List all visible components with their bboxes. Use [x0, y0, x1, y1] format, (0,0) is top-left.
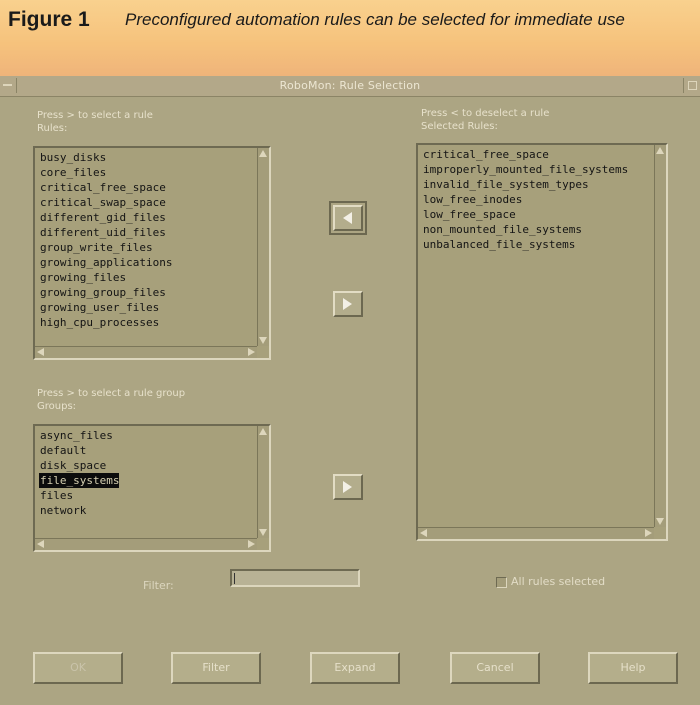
filter-input[interactable] — [230, 569, 360, 587]
list-item[interactable]: different_uid_files — [39, 225, 172, 240]
groups-hint: Press > to select a rule group — [37, 388, 186, 399]
groups-heading: Groups: — [37, 401, 77, 412]
list-item[interactable]: growing_user_files — [39, 300, 172, 315]
list-item[interactable]: default — [39, 443, 119, 458]
groups-horizontal-scrollbar[interactable] — [35, 538, 257, 550]
maximize-icon[interactable] — [683, 78, 700, 93]
list-item[interactable]: critical_swap_space — [39, 195, 172, 210]
select-group-button[interactable] — [333, 474, 363, 500]
cancel-button[interactable]: Cancel — [450, 652, 540, 684]
list-item[interactable]: growing_applications — [39, 255, 172, 270]
list-item[interactable]: low_free_space — [422, 207, 628, 222]
ok-button[interactable]: OK — [33, 652, 123, 684]
list-item[interactable]: growing_group_files — [39, 285, 172, 300]
help-button[interactable]: Help — [588, 652, 678, 684]
right-triangle-icon — [343, 298, 352, 310]
scroll-left-icon[interactable] — [37, 348, 44, 356]
selected-heading: Selected Rules: — [421, 121, 498, 132]
list-item[interactable]: low_free_inodes — [422, 192, 628, 207]
window-title: RoboMon: Rule Selection — [279, 79, 421, 92]
list-item[interactable]: high_cpu_processes — [39, 315, 172, 330]
rules-vertical-scrollbar[interactable] — [257, 148, 269, 346]
rules-heading: Rules: — [37, 123, 68, 134]
list-item[interactable]: improperly_mounted_file_systems — [422, 162, 628, 177]
list-item[interactable]: disk_space — [39, 458, 119, 473]
list-item[interactable]: files — [39, 488, 119, 503]
selected-hint: Press < to deselect a rule — [421, 108, 550, 119]
groups-list: async_files default disk_space file_systems… — [39, 428, 120, 518]
scroll-right-icon[interactable] — [248, 348, 255, 356]
scroll-up-icon[interactable] — [656, 147, 664, 154]
rules-hint: Press > to select a rule — [37, 110, 153, 121]
selected-rules-list: critical_free_space improperly_mounted_fi… — [422, 147, 628, 252]
scroll-up-icon[interactable] — [259, 428, 267, 435]
scroll-up-icon[interactable] — [259, 150, 267, 157]
all-rules-label: All rules selected — [511, 575, 606, 588]
rules-listbox[interactable]: busy_disks core_files critical_free_space c… — [33, 146, 271, 360]
list-item[interactable]: group_write_files — [39, 240, 172, 255]
scroll-left-icon[interactable] — [420, 529, 427, 537]
figure-caption: Preconfigured automation rules can be se… — [125, 10, 625, 29]
list-item[interactable]: critical_free_space — [422, 147, 628, 162]
rules-horizontal-scrollbar[interactable] — [35, 346, 257, 358]
list-item[interactable]: different_gid_files — [39, 210, 172, 225]
filter-button[interactable]: Filter — [171, 652, 261, 684]
list-item[interactable]: invalid_file_system_types — [422, 177, 628, 192]
scroll-down-icon[interactable] — [259, 337, 267, 344]
scroll-right-icon[interactable] — [248, 540, 255, 548]
rules-list: busy_disks core_files critical_free_space c… — [39, 150, 172, 330]
list-item[interactable]: async_files — [39, 428, 119, 443]
select-rule-button[interactable] — [333, 291, 363, 317]
list-item[interactable]: network — [39, 503, 119, 518]
list-item[interactable]: file_systems — [39, 473, 120, 488]
expand-button[interactable]: Expand — [310, 652, 400, 684]
rule-selection-window: RoboMon: Rule Selection Press > to selec… — [0, 76, 700, 705]
left-triangle-icon — [343, 212, 352, 224]
scroll-down-icon[interactable] — [259, 529, 267, 536]
deselect-rule-button[interactable] — [329, 201, 367, 235]
groups-vertical-scrollbar[interactable] — [257, 426, 269, 538]
selected-vertical-scrollbar[interactable] — [654, 145, 666, 527]
list-item[interactable]: core_files — [39, 165, 172, 180]
list-item[interactable]: growing_files — [39, 270, 172, 285]
filter-label: Filter: — [143, 579, 174, 592]
list-item[interactable]: non_mounted_file_systems — [422, 222, 628, 237]
list-item[interactable]: busy_disks — [39, 150, 172, 165]
selected-rules-listbox[interactable]: critical_free_space improperly_mounted_fi… — [416, 143, 668, 541]
figure-header: Figure 1 Preconfigured automation rules … — [0, 0, 700, 80]
right-triangle-icon — [343, 481, 352, 493]
scroll-right-icon[interactable] — [645, 529, 652, 537]
text-cursor — [234, 573, 235, 584]
scroll-left-icon[interactable] — [37, 540, 44, 548]
list-item[interactable]: critical_free_space — [39, 180, 172, 195]
figure-label: Figure 1 — [8, 8, 90, 31]
all-rules-checkbox[interactable] — [496, 577, 507, 588]
groups-listbox[interactable]: async_files default disk_space file_systems… — [33, 424, 271, 552]
selected-horizontal-scrollbar[interactable] — [418, 527, 654, 539]
title-bar[interactable]: RoboMon: Rule Selection — [0, 76, 700, 97]
scroll-down-icon[interactable] — [656, 518, 664, 525]
list-item[interactable]: unbalanced_file_systems — [422, 237, 628, 252]
